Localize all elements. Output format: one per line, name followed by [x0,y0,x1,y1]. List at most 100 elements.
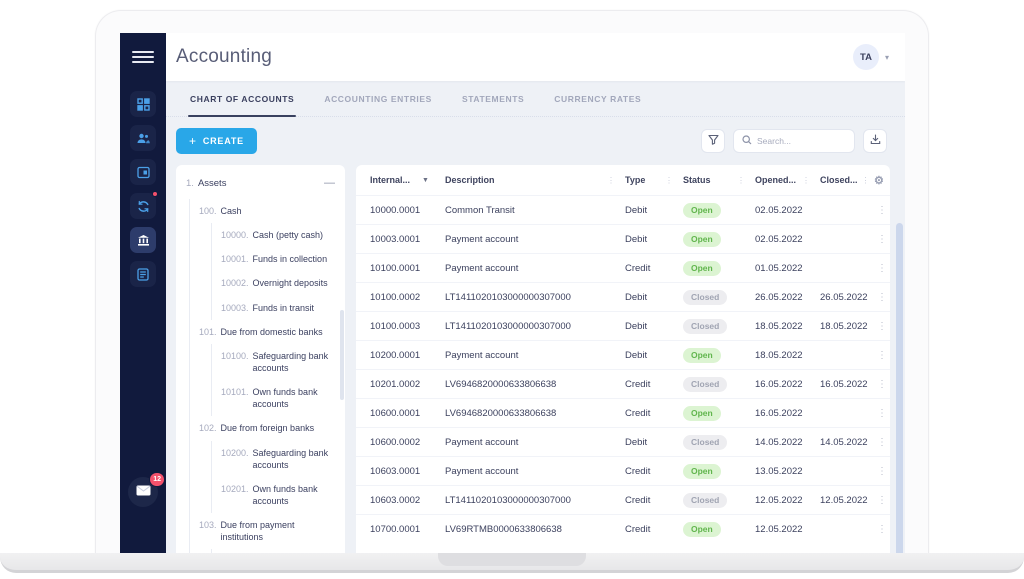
cell-closed-date: 18.05.2022 [820,320,868,332]
tree-root-assets[interactable]: 1. Assets — [186,177,335,199]
row-actions-kebab-icon[interactable]: ⋮ [874,321,890,332]
cell-internal-number: 10603.0002 [370,494,421,506]
tab-currency-rates[interactable]: CURRENCY RATES [554,81,641,116]
tree-items: 100. Cash 10000. Cash (petty cash) 10001… [186,199,335,553]
collapse-icon[interactable]: — [324,177,335,189]
tab-chart-of-accounts[interactable]: CHART OF ACCOUNTS [187,81,297,117]
tree-guide-line [189,223,190,248]
tree-item[interactable]: 10100. Safeguarding bank accounts [186,343,335,381]
tree-item[interactable]: 10001. Funds in collection [186,247,335,272]
export-button[interactable] [863,129,887,153]
tree-item-label: Safeguarding bank accounts [252,447,329,470]
cell-closed-date: 14.05.2022 [820,436,868,448]
plus-icon: + [189,134,197,148]
tabbar: CHART OF ACCOUNTS ACCOUNTING ENTRIES STATE… [166,81,905,117]
row-actions-kebab-icon[interactable]: ⋮ [874,379,890,390]
column-settings-gear-icon[interactable]: ⚙ [874,174,884,187]
mail-badge: 12 [149,472,165,487]
table-row[interactable]: 10700.0001 LV69RTMB0000633806638 Credit … [356,514,890,543]
tree-item[interactable]: 103. Due from payment institutions [186,513,335,550]
row-actions-kebab-icon[interactable]: ⋮ [874,495,890,506]
column-header-opened[interactable]: Opened... ⋮ [755,175,820,185]
sidebar-item-exchange[interactable] [130,191,158,219]
row-actions-kebab-icon[interactable]: ⋮ [874,408,890,419]
vertical-scrollbar[interactable] [896,223,903,553]
tree-item[interactable]: 10002. Overnight deposits [186,271,335,296]
tree-item[interactable]: 101. Due from domestic banks [186,319,335,344]
cell-description: LV6946820000633806638 [445,407,557,419]
status-badge: Open [683,463,721,479]
tree-guide-line [189,295,190,320]
sidebar-item-messages[interactable]: 12 [128,472,165,507]
tree-root-label: Assets [197,177,227,189]
row-actions-kebab-icon[interactable]: ⋮ [874,524,890,535]
laptop-mockup: 12 Accounting TA ▾ CHART OF ACCOUNTS ACCO… [0,0,1024,579]
table-row[interactable]: 10603.0002 LT1411020103000000307000 Cred… [356,485,890,514]
tree-scrollbar[interactable] [340,310,344,400]
sidebar-item-users[interactable] [130,125,156,151]
search-input[interactable] [757,136,846,146]
tree-item[interactable]: 10201. Own funds bank accounts [186,476,335,514]
laptop-notch [438,553,586,566]
row-actions-kebab-icon[interactable]: ⋮ [874,350,890,361]
tree-item[interactable]: 10300. Safeguarding bank accounts [186,549,335,553]
row-actions-kebab-icon[interactable]: ⋮ [874,466,890,477]
sidebar-item-dashboard[interactable] [130,91,156,117]
tree-item[interactable]: 10000. Cash (petty cash) [186,223,335,248]
cell-description: LV6946820000633806638 [445,378,557,390]
cell-status: Open [683,202,755,218]
tree-guide-line [211,295,212,320]
row-actions-kebab-icon[interactable]: ⋮ [874,437,890,448]
column-header-closed[interactable]: Closed... ⋮ [820,175,874,185]
tree-item[interactable]: 10200. Safeguarding bank accounts [186,440,335,477]
cell-description: Payment account [445,262,519,274]
dashboard-icon [136,97,150,111]
row-actions-kebab-icon[interactable]: ⋮ [874,263,890,274]
row-actions-kebab-icon[interactable]: ⋮ [874,234,890,245]
cell-internal-number: 10600.0001 [370,407,421,419]
cell-opened-date: 02.05.2022 [755,204,803,216]
tree-item-number: 10201. [221,483,249,494]
sort-icon: ⋮ [607,175,615,185]
sidebar-item-cards[interactable] [130,159,156,185]
sidebar-item-accounting[interactable] [130,227,156,253]
user-menu[interactable]: TA ▾ [852,44,889,70]
column-header-description[interactable]: Description ⋮ [445,175,625,185]
search-box[interactable] [733,129,855,153]
cell-opened-date: 14.05.2022 [755,436,803,448]
column-header-internal[interactable]: Internal... ▼ [370,175,445,185]
table-row[interactable]: 10200.0001 Payment account Debit Open 18… [356,340,890,369]
notification-dot [152,191,158,197]
table-row[interactable]: 10000.0001 Common Transit Debit Open 02.… [356,195,890,224]
column-header-type[interactable]: Type ⋮ [625,175,683,185]
tree-item-label: Own funds bank accounts [252,387,318,410]
mail-icon [136,483,151,501]
sidebar-item-reports[interactable] [130,261,156,287]
tree-guide-line [211,271,212,296]
column-header-status[interactable]: Status ⋮ [683,175,755,185]
row-actions-kebab-icon[interactable]: ⋮ [874,292,890,303]
hamburger-menu-icon[interactable] [132,47,154,67]
table-row[interactable]: 10100.0003 LT1411020103000000307000 Debi… [356,311,890,340]
table-row[interactable]: 10603.0001 Payment account Credit Open 1… [356,456,890,485]
table-row[interactable]: 10600.0002 Payment account Debit Closed … [356,427,890,456]
tab-statements[interactable]: STATEMENTS [462,81,524,116]
create-button[interactable]: + CREATE [176,128,257,154]
row-actions-kebab-icon[interactable]: ⋮ [874,205,890,216]
tree-item[interactable]: 10003. Funds in transit [186,295,335,320]
filter-button[interactable] [701,129,725,153]
table-row[interactable]: 10003.0001 Payment account Debit Open 02… [356,224,890,253]
tree-item[interactable]: 102. Due from foreign banks [186,416,335,441]
table-body: 10000.0001 Common Transit Debit Open 02.… [356,195,890,543]
avatar[interactable]: TA [852,44,879,70]
tree-item-number: 10101. [221,387,249,398]
tab-accounting-entries[interactable]: ACCOUNTING ENTRIES [324,81,432,116]
tree-item[interactable]: 10101. Own funds bank accounts [186,380,335,417]
table-row[interactable]: 10201.0002 LV6946820000633806638 Credit … [356,369,890,398]
table-row[interactable]: 10600.0001 LV6946820000633806638 Credit … [356,398,890,427]
cell-type: Debit [625,436,648,448]
cell-internal-number: 10000.0001 [370,204,421,216]
table-row[interactable]: 10100.0002 LT1411020103000000307000 Debi… [356,282,890,311]
tree-item[interactable]: 100. Cash [186,199,335,224]
table-row[interactable]: 10100.0001 Payment account Credit Open 0… [356,253,890,282]
